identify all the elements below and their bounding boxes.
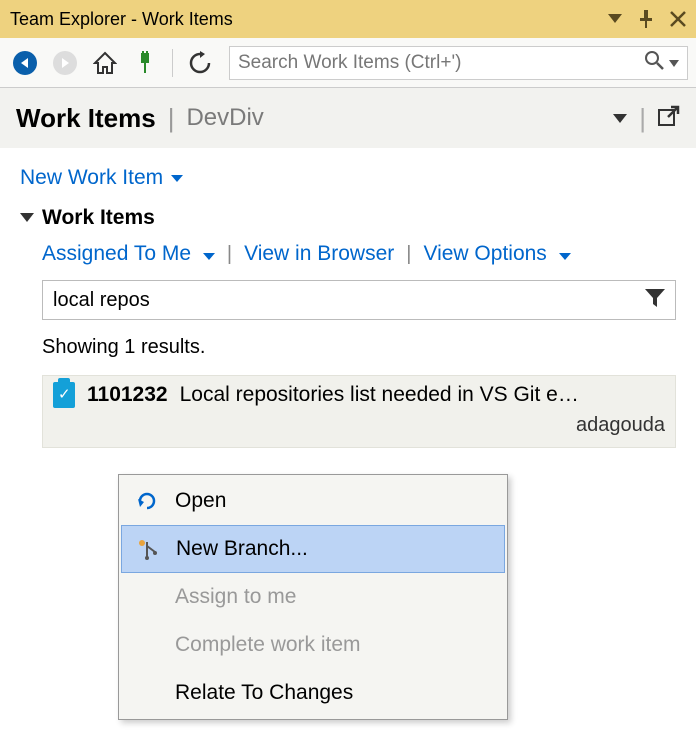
separator — [172, 49, 173, 77]
section-title: Work Items — [42, 206, 155, 230]
new-work-item-button[interactable]: New Work Item — [0, 148, 696, 200]
menu-new-branch[interactable]: New Branch... — [121, 525, 505, 573]
connect-icon[interactable] — [128, 46, 162, 80]
toolbar — [0, 38, 696, 88]
open-icon — [133, 490, 161, 512]
filter-input-wrap[interactable] — [42, 280, 676, 320]
page-menu-icon[interactable] — [613, 108, 627, 129]
filter-dropdown[interactable]: Assigned To Me — [42, 242, 215, 266]
menu-relate-label: Relate To Changes — [175, 681, 353, 705]
results-count: Showing 1 results. — [0, 330, 696, 369]
pin-icon[interactable] — [638, 10, 654, 28]
filter-label: Assigned To Me — [42, 242, 191, 265]
titlebar-controls — [608, 10, 686, 28]
work-item-card[interactable]: 1101232 Local repositories list needed i… — [42, 375, 676, 448]
menu-assign-label: Assign to me — [175, 585, 296, 609]
filter-bar: Assigned To Me | View in Browser | View … — [0, 240, 696, 276]
search-input[interactable] — [238, 52, 643, 74]
collapse-icon — [20, 213, 34, 222]
work-item-id: 1101232 — [87, 383, 168, 407]
forward-button — [48, 46, 82, 80]
work-item-title: Local repositories list needed in VS Git… — [180, 383, 665, 407]
page-header: Work Items | DevDiv | — [0, 88, 696, 148]
separator: | — [168, 103, 175, 134]
close-icon[interactable] — [670, 11, 686, 27]
back-button[interactable] — [8, 46, 42, 80]
chevron-down-icon — [171, 175, 183, 182]
menu-complete: Complete work item — [121, 621, 505, 669]
filter-icon[interactable] — [645, 289, 665, 312]
window-menu-icon[interactable] — [608, 14, 622, 24]
chevron-down-icon — [559, 253, 571, 260]
branch-icon — [134, 538, 162, 560]
menu-open-label: Open — [175, 489, 226, 513]
section-header[interactable]: Work Items — [0, 200, 696, 240]
menu-complete-label: Complete work item — [175, 633, 361, 657]
chevron-down-icon — [203, 253, 215, 260]
titlebar-title: Team Explorer - Work Items — [10, 9, 233, 30]
new-work-item-label: New Work Item — [20, 166, 163, 190]
separator: | — [227, 243, 232, 266]
context-menu: Open New Branch... Assign to me Complete… — [118, 474, 508, 720]
popout-icon[interactable] — [658, 105, 680, 132]
page-title: Work Items — [16, 103, 156, 134]
project-name: DevDiv — [186, 104, 263, 132]
separator: | — [639, 103, 646, 134]
body: New Work Item Work Items Assigned To Me … — [0, 148, 696, 448]
search-box[interactable] — [229, 46, 688, 80]
menu-assign-to-me: Assign to me — [121, 573, 505, 621]
work-item-assignee: adagouda — [53, 408, 665, 437]
separator: | — [406, 243, 411, 266]
menu-new-branch-label: New Branch... — [176, 537, 308, 561]
menu-relate-changes[interactable]: Relate To Changes — [121, 669, 505, 717]
view-options-dropdown[interactable]: View Options — [423, 242, 570, 266]
view-in-browser-link[interactable]: View in Browser — [244, 242, 394, 266]
home-button[interactable] — [88, 46, 122, 80]
search-icon[interactable] — [643, 49, 665, 76]
task-icon — [53, 382, 75, 408]
view-options-label: View Options — [423, 242, 546, 265]
menu-open[interactable]: Open — [121, 477, 505, 525]
refresh-button[interactable] — [183, 46, 217, 80]
search-dropdown-icon[interactable] — [669, 52, 679, 73]
filter-input[interactable] — [53, 289, 645, 312]
titlebar: Team Explorer - Work Items — [0, 0, 696, 38]
